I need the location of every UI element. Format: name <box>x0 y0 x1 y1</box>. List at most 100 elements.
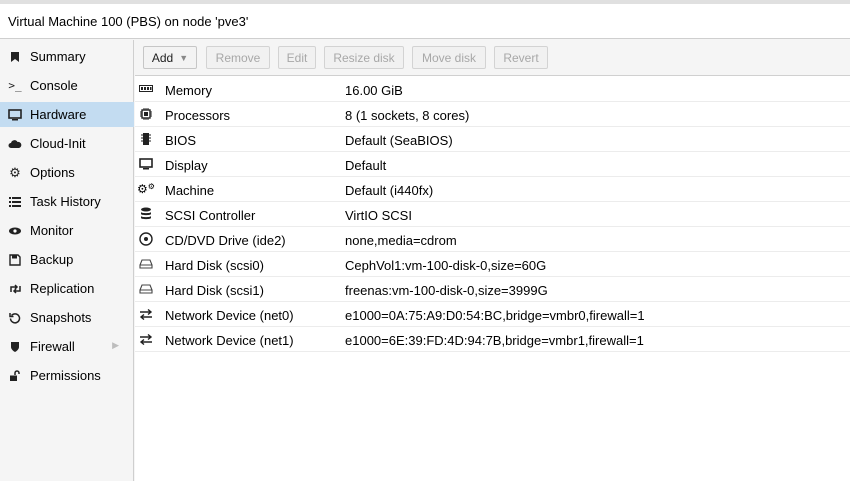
history-icon <box>0 312 30 324</box>
row-name: Machine <box>165 183 215 198</box>
unlock-icon <box>0 369 30 382</box>
row-name: SCSI Controller <box>165 208 256 223</box>
remove-button[interactable]: Remove <box>206 46 270 69</box>
sidebar-item-cloud-init[interactable]: Cloud-Init <box>0 131 134 156</box>
row-value: 16.00 GiB <box>345 83 403 98</box>
resize-disk-button-label: Resize disk <box>333 50 395 65</box>
row-name: Processors <box>165 108 231 123</box>
console-icon: >_ <box>8 79 22 92</box>
cogs-icon: ⚙ ⚙ <box>137 181 155 197</box>
sidebar-item-snapshots[interactable]: Snapshots <box>0 305 134 330</box>
row-value: Default (SeaBIOS) <box>345 133 453 148</box>
row-name: Display <box>165 158 208 173</box>
sidebar-item-permissions[interactable]: Permissions <box>0 363 134 388</box>
exchange-icon <box>138 302 154 326</box>
row-name: CD/DVD Drive (ide2) <box>165 233 286 248</box>
add-button[interactable]: Add ▼ <box>143 46 197 69</box>
sidebar-item-label: Permissions <box>30 368 101 383</box>
row-name: BIOS <box>165 133 197 148</box>
add-button-label: Add <box>151 50 174 65</box>
desktop-icon <box>138 152 154 176</box>
database-icon <box>138 202 154 226</box>
sidebar-item-label: Console <box>30 78 78 93</box>
retweet-icon <box>0 283 30 294</box>
sidebar-item-replication[interactable]: Replication <box>0 276 134 301</box>
hdd-icon <box>138 252 154 276</box>
chevron-down-icon: ▼ <box>179 52 189 63</box>
table-row[interactable]: Network Device (net1) e1000=6E:39:FD:4D:… <box>135 327 850 352</box>
row-value: freenas:vm-100-disk-0,size=3999G <box>345 283 548 298</box>
hardware-panel: Add ▼ Remove Edit Resize disk Move disk … <box>135 40 850 481</box>
table-row[interactable]: Hard Disk (scsi1) freenas:vm-100-disk-0,… <box>135 277 850 302</box>
hardware-grid: Memory 16.00 GiB Processors 8 (1 sockets… <box>135 77 850 352</box>
revert-button[interactable]: Revert <box>494 46 548 69</box>
row-name: Hard Disk (scsi1) <box>165 283 264 298</box>
chip-icon <box>138 127 154 151</box>
row-name: Network Device (net0) <box>165 308 294 323</box>
table-row[interactable]: CD/DVD Drive (ide2) none,media=cdrom <box>135 227 850 252</box>
sidebar-item-label: Summary <box>30 49 86 64</box>
title-bar: Virtual Machine 100 (PBS) on node 'pve3' <box>0 4 850 39</box>
table-row[interactable]: Hard Disk (scsi0) CephVol1:vm-100-disk-0… <box>135 252 850 277</box>
row-name: Network Device (net1) <box>165 333 294 348</box>
edit-button[interactable]: Edit <box>278 46 316 69</box>
sidebar-item-label: Backup <box>30 252 74 267</box>
sidebar-item-console[interactable]: >_ Console <box>0 73 134 98</box>
sidebar-item-summary[interactable]: Summary <box>0 44 134 69</box>
sidebar-item-firewall[interactable]: Firewall ▶ <box>0 334 134 359</box>
row-value: Default <box>345 158 387 173</box>
monitor-icon <box>0 108 30 121</box>
sidebar-item-label: Firewall <box>30 339 75 354</box>
exchange-icon <box>138 327 154 351</box>
move-disk-button-label: Move disk <box>421 50 477 65</box>
sidebar-item-label: Cloud-Init <box>30 136 86 151</box>
sidebar-item-monitor[interactable]: Monitor <box>0 218 134 243</box>
sidebar-item-label: Snapshots <box>30 310 92 325</box>
cdrom-icon <box>138 227 154 251</box>
eye-icon <box>0 227 30 235</box>
sidebar-item-label: Replication <box>30 281 95 296</box>
table-row[interactable]: ⚙ ⚙ Machine Default (i440fx) <box>135 177 850 202</box>
row-value: e1000=6E:39:FD:4D:94:7B,bridge=vmbr1,fir… <box>345 333 644 348</box>
row-value: 8 (1 sockets, 8 cores) <box>345 108 470 123</box>
sidebar-item-label: Task History <box>30 194 101 209</box>
cpu-icon <box>138 102 154 126</box>
sidebar-item-task-history[interactable]: Task History <box>0 189 134 214</box>
resize-disk-button[interactable]: Resize disk <box>324 46 404 69</box>
sidebar-item-label: Monitor <box>30 223 74 238</box>
gear-icon: ⚙ <box>9 164 21 180</box>
table-row[interactable]: BIOS Default (SeaBIOS) <box>135 127 850 152</box>
row-name: Hard Disk (scsi0) <box>165 258 264 273</box>
chevron-right-icon[interactable]: ▶ <box>112 340 119 351</box>
move-disk-button[interactable]: Move disk <box>412 46 486 69</box>
sidebar-item-label: Options <box>30 165 75 180</box>
shield-icon <box>0 341 30 353</box>
revert-button-label: Revert <box>503 50 539 65</box>
remove-button-label: Remove <box>215 50 261 65</box>
sidebar-item-backup[interactable]: Backup <box>0 247 134 272</box>
cloud-icon <box>0 139 30 149</box>
table-row[interactable]: Processors 8 (1 sockets, 8 cores) <box>135 102 850 127</box>
summary-icon <box>0 51 30 63</box>
table-row[interactable]: SCSI Controller VirtIO SCSI <box>135 202 850 227</box>
row-value: none,media=cdrom <box>345 233 457 248</box>
table-row[interactable]: Network Device (net0) e1000=0A:75:A9:D0:… <box>135 302 850 327</box>
row-value: e1000=0A:75:A9:D0:54:BC,bridge=vmbr0,fir… <box>345 308 645 323</box>
sidebar-item-options[interactable]: ⚙ Options <box>0 160 134 185</box>
sidebar-item-hardware[interactable]: Hardware <box>0 102 134 127</box>
row-value: CephVol1:vm-100-disk-0,size=60G <box>345 258 547 273</box>
sidebar: Summary >_ Console Hardware Cloud-Init ⚙… <box>0 40 134 481</box>
memory-icon <box>138 77 154 101</box>
row-value: Default (i440fx) <box>345 183 434 198</box>
row-name: Memory <box>165 83 212 98</box>
sidebar-item-label: Hardware <box>30 107 87 122</box>
floppy-icon <box>0 253 30 266</box>
page-title: Virtual Machine 100 (PBS) on node 'pve3' <box>8 14 249 29</box>
table-row[interactable]: Memory 16.00 GiB <box>135 77 850 102</box>
hdd-icon <box>138 277 154 301</box>
table-row[interactable]: Display Default <box>135 152 850 177</box>
list-icon <box>0 196 30 207</box>
toolbar: Add ▼ Remove Edit Resize disk Move disk … <box>135 40 850 76</box>
edit-button-label: Edit <box>286 50 308 65</box>
row-value: VirtIO SCSI <box>345 208 412 223</box>
